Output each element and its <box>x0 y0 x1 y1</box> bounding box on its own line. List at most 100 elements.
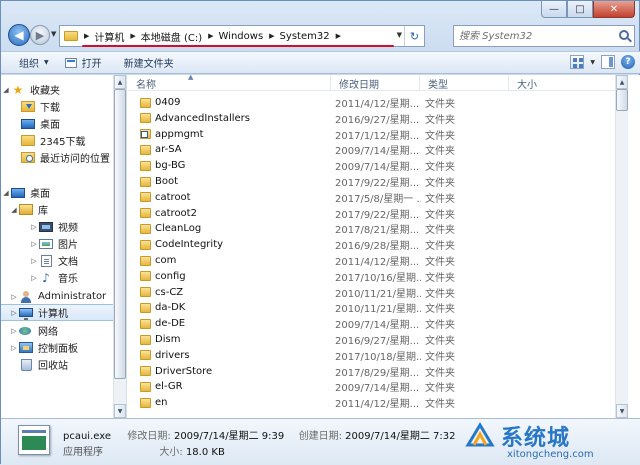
breadcrumb-chevron-icon[interactable]: ▶ <box>336 32 341 40</box>
organize-button[interactable]: 组织 ▼ <box>11 51 57 74</box>
recent-pages-dropdown[interactable]: ▼ <box>51 30 56 38</box>
table-row[interactable]: da-DK 2010/11/21/星期... 文件夹 <box>128 300 628 315</box>
table-row[interactable]: Dism 2016/9/27/星期... 文件夹 <box>128 332 628 347</box>
minimize-button[interactable]: — <box>541 1 567 18</box>
sidebar-item-2345-downloads[interactable]: 2345下载 <box>21 132 85 149</box>
sidebar-item-desktop-favorite[interactable]: 桌面 <box>21 115 60 132</box>
back-button[interactable]: ◀ <box>8 24 30 46</box>
sidebar-item-documents[interactable]: ▷ 文档 <box>29 252 78 269</box>
table-row[interactable]: Boot 2017/9/22/星期... 文件夹 <box>128 174 628 189</box>
sidebar-item-label: 2345下载 <box>40 137 86 148</box>
scroll-up-button[interactable]: ▲ <box>616 75 628 89</box>
sidebar-item-pictures[interactable]: ▷ 图片 <box>29 235 78 252</box>
back-arrow-icon: ◀ <box>14 28 24 42</box>
breadcrumb-chevron-icon[interactable]: ▶ <box>208 32 213 40</box>
sidebar-item-recycle-bin[interactable]: 回收站 <box>19 356 68 373</box>
table-row[interactable]: ar-SA 2009/7/14/星期... 文件夹 <box>128 142 628 157</box>
table-row[interactable]: en 2011/4/12/星期... 文件夹 <box>128 395 628 410</box>
change-view-icon[interactable] <box>570 55 585 69</box>
sidebar-item-control-panel[interactable]: ▷ 控制面板 <box>9 339 78 356</box>
table-row[interactable]: config 2017/10/16/星期... 文件夹 <box>128 269 628 284</box>
table-row[interactable]: bg-BG 2009/7/14/星期... 文件夹 <box>128 158 628 173</box>
table-row[interactable]: DriverStore 2017/8/29/星期... 文件夹 <box>128 364 628 379</box>
file-list-scrollbar[interactable]: ▲ ▼ <box>615 75 628 418</box>
collapsed-arrow-icon[interactable]: ▷ <box>29 240 39 248</box>
command-toolbar: 组织 ▼ 打开 新建文件夹 ▼ ? <box>1 51 640 74</box>
table-row[interactable]: catroot 2017/5/8/星期一 ... 文件夹 <box>128 190 628 205</box>
expanded-arrow-icon[interactable]: ◢ <box>1 189 11 197</box>
sidebar-item-network[interactable]: ▷ 网络 <box>9 322 58 339</box>
sidebar-item-favorites[interactable]: ◢ ★ 收藏夹 <box>1 81 60 98</box>
column-header-name[interactable]: ▲ 名称 <box>128 75 331 91</box>
collapsed-arrow-icon[interactable]: ▷ <box>29 257 39 265</box>
sidebar-scrollbar-thumb[interactable] <box>114 89 126 379</box>
collapsed-arrow-icon[interactable]: ▷ <box>9 327 19 335</box>
sidebar-item-computer[interactable]: ▷ 计算机 <box>1 304 125 321</box>
table-row[interactable]: catroot2 2017/9/22/星期... 文件夹 <box>128 206 628 221</box>
scroll-up-button[interactable]: ▲ <box>114 75 126 89</box>
column-header-type[interactable]: 类型 <box>420 75 509 91</box>
search-input[interactable] <box>459 27 609 45</box>
breadcrumb-system32[interactable]: System32 <box>280 31 330 42</box>
breadcrumb-windows[interactable]: Windows <box>219 31 264 42</box>
table-row[interactable]: AdvancedInstallers 2016/9/27/星期... 文件夹 <box>128 111 628 126</box>
size-label: 大小: <box>159 447 183 458</box>
view-options-dropdown[interactable]: ▼ <box>590 59 595 66</box>
column-header-date[interactable]: 修改日期 <box>331 75 420 91</box>
expanded-arrow-icon[interactable]: ◢ <box>1 86 11 94</box>
sidebar-item-recent-places[interactable]: 最近访问的位置 <box>21 149 110 166</box>
file-name: da-DK <box>155 302 186 314</box>
preview-pane-icon[interactable] <box>601 55 615 69</box>
open-button[interactable]: 打开 <box>57 51 110 74</box>
sidebar-item-libraries[interactable]: ◢ 库 <box>9 201 48 218</box>
search-box[interactable] <box>453 25 635 47</box>
breadcrumb-local-disk[interactable]: 本地磁盘 (C:) <box>141 29 202 44</box>
sidebar-item-music[interactable]: ▷ ♪ 音乐 <box>29 269 78 286</box>
breadcrumb-computer[interactable]: 计算机 <box>94 29 124 44</box>
table-row[interactable]: com 2011/4/12/星期... 文件夹 <box>128 253 628 268</box>
collapsed-arrow-icon[interactable]: ▷ <box>9 344 19 352</box>
breadcrumb-chevron-icon[interactable]: ▶ <box>269 32 274 40</box>
file-type-cell: 文件夹 <box>425 162 455 174</box>
forward-button[interactable]: ▶ <box>30 25 50 45</box>
maximize-button[interactable]: □ <box>567 1 593 18</box>
help-icon[interactable]: ? <box>621 55 635 69</box>
sidebar-item-videos[interactable]: ▷ 视频 <box>29 218 78 235</box>
collapsed-arrow-icon[interactable]: ▷ <box>9 309 19 317</box>
close-button[interactable]: ✕ <box>593 1 635 18</box>
table-row[interactable]: drivers 2017/10/18/星期... 文件夹 <box>128 348 628 363</box>
scroll-down-button[interactable]: ▼ <box>616 404 628 418</box>
sidebar-scrollbar[interactable]: ▲ ▼ <box>113 75 126 418</box>
new-folder-button[interactable]: 新建文件夹 <box>116 51 182 74</box>
chevron-down-icon: ▼ <box>44 59 49 66</box>
collapsed-arrow-icon[interactable]: ▷ <box>29 274 39 282</box>
computer-icon <box>19 308 33 320</box>
refresh-button[interactable]: ↻ <box>404 26 424 46</box>
breadcrumb-chevron-icon[interactable]: ▶ <box>130 32 135 40</box>
table-row[interactable]: 0409 2011/4/12/星期... 文件夹 <box>128 95 628 110</box>
file-list-scrollbar-thumb[interactable] <box>616 89 628 111</box>
sidebar-item-label: Administrator <box>38 291 107 302</box>
file-date-cell: 2017/10/16/星期... <box>335 272 421 284</box>
table-row[interactable]: cs-CZ 2010/11/21/星期... 文件夹 <box>128 285 628 300</box>
sidebar-item-downloads[interactable]: 下载 <box>21 98 60 115</box>
collapsed-arrow-icon[interactable]: ▷ <box>9 293 19 301</box>
scroll-down-button[interactable]: ▼ <box>114 404 126 418</box>
expanded-arrow-icon[interactable]: ◢ <box>9 206 19 214</box>
picture-library-icon <box>39 238 53 249</box>
breadcrumb-chevron-icon[interactable]: ▶ <box>84 32 89 40</box>
table-row[interactable]: el-GR 2009/7/14/星期... 文件夹 <box>128 379 628 394</box>
sidebar-item-desktop[interactable]: ◢ 桌面 <box>1 184 50 201</box>
file-type-value: 应用程序 <box>63 447 103 458</box>
table-row[interactable]: CleanLog 2017/8/21/星期... 文件夹 <box>128 221 628 236</box>
address-history-dropdown[interactable]: ▼ <box>397 31 402 39</box>
search-icon[interactable] <box>619 30 629 40</box>
table-row[interactable]: appmgmt 2017/1/12/星期... 文件夹 <box>128 127 628 142</box>
column-header-size[interactable]: 大小 <box>509 75 615 91</box>
table-row[interactable]: CodeIntegrity 2016/9/28/星期... 文件夹 <box>128 237 628 252</box>
address-bar[interactable]: ▶ 计算机 ▶ 本地磁盘 (C:) ▶ Windows ▶ System32 ▶… <box>59 25 425 47</box>
table-row[interactable]: de-DE 2009/7/14/星期... 文件夹 <box>128 316 628 331</box>
folder-icon <box>64 31 78 41</box>
sidebar-item-administrator[interactable]: ▷ Administrator <box>9 288 106 305</box>
collapsed-arrow-icon[interactable]: ▷ <box>29 223 39 231</box>
